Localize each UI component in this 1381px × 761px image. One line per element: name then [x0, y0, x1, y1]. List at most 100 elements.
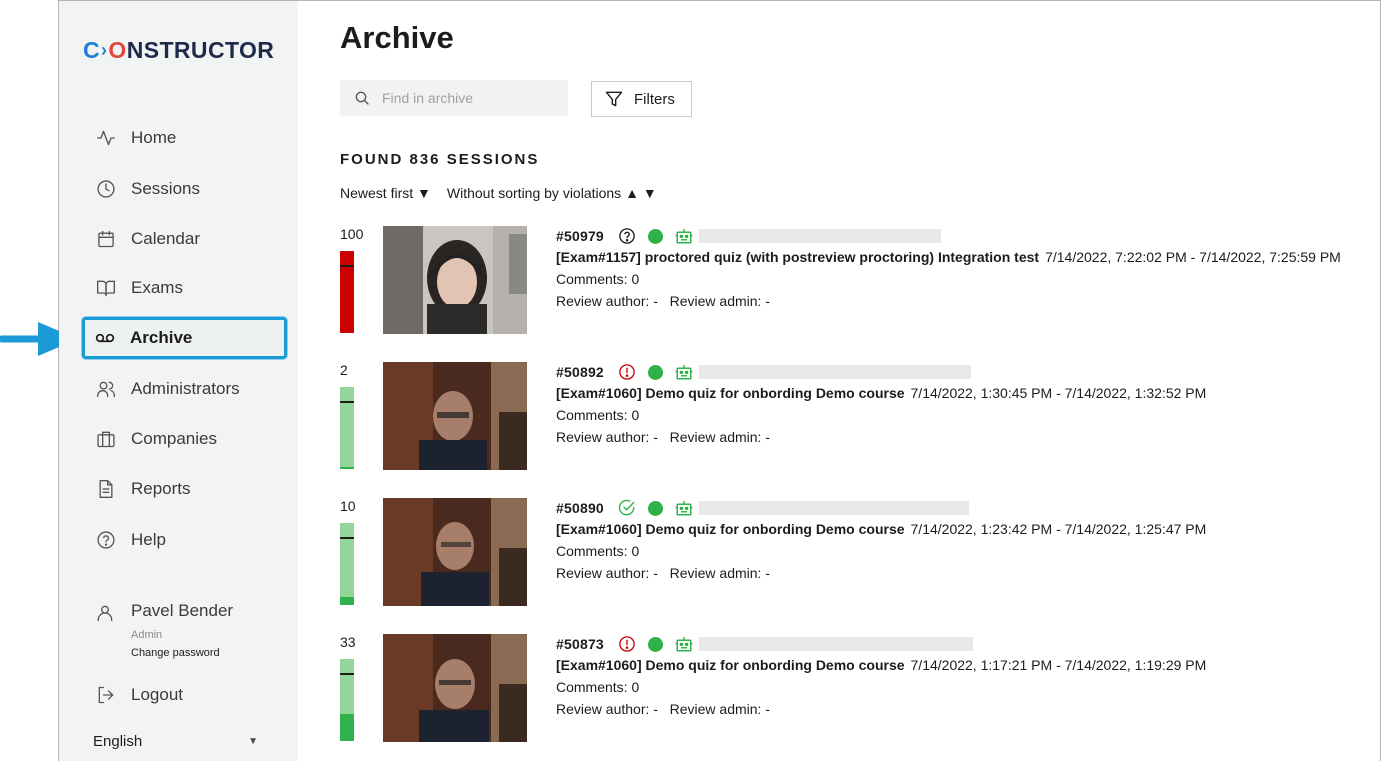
logo-letter-o: O	[108, 37, 127, 63]
logout-label: Logout	[131, 685, 183, 704]
user-icon	[95, 603, 115, 628]
filters-label: Filters	[634, 90, 675, 108]
session-id[interactable]: #50890	[556, 500, 604, 516]
sidebar-item-reports[interactable]: Reports	[83, 468, 288, 510]
search-input[interactable]	[382, 90, 552, 106]
change-password-link[interactable]: Change password	[131, 647, 220, 659]
review-admin: Review admin: -	[669, 429, 770, 445]
violation-level-fill	[340, 714, 354, 741]
violation-level-fill	[340, 251, 354, 333]
sidebar-item-label: Companies	[131, 429, 217, 448]
brand-logo[interactable]: C › O NSTRUCTOR	[83, 37, 274, 64]
session-time: 7/14/2022, 1:30:45 PM - 7/14/2022, 1:32:…	[910, 385, 1207, 401]
alert-status-icon	[618, 635, 636, 653]
session-info: #50890 [Exam#1060] Demo quiz for onbordi…	[556, 498, 1381, 584]
session-header: #50892	[556, 362, 1381, 382]
sidebar-item-label: Exams	[131, 278, 183, 297]
session-id[interactable]: #50892	[556, 364, 604, 380]
question-status-icon	[618, 227, 636, 245]
threshold-marker	[340, 401, 354, 403]
violation-level-bar	[340, 523, 354, 605]
exam-name[interactable]: [Exam#1157] proctored quiz (with postrev…	[556, 249, 1039, 265]
sort-violations-toggle[interactable]: Without sorting by violations ▲ ▼	[447, 185, 657, 201]
online-status-dot	[647, 500, 663, 516]
logout-icon	[95, 685, 117, 705]
clock-icon	[95, 178, 117, 200]
logo-text: NSTRUCTOR	[126, 37, 275, 63]
sidebar-item-label: Help	[131, 530, 166, 549]
violation-level-bar	[340, 387, 354, 469]
user-name: Pavel Bender	[131, 601, 234, 620]
session-comments: Comments: 0	[556, 679, 640, 695]
session-thumbnail[interactable]	[383, 498, 527, 606]
sidebar-item-sessions[interactable]: Sessions	[83, 168, 288, 210]
violation-score: 2	[340, 362, 348, 378]
voicemail-icon	[94, 327, 116, 349]
sidebar-item-label: Calendar	[131, 229, 200, 248]
session-thumbnail[interactable]	[383, 226, 527, 334]
page-title: Archive	[340, 20, 454, 55]
exam-name[interactable]: [Exam#1060] Demo quiz for onbording Demo…	[556, 521, 905, 537]
results-count: FOUND 836 SESSIONS	[340, 151, 540, 168]
session-id[interactable]: #50873	[556, 636, 604, 652]
sidebar-item-help[interactable]: Help	[83, 519, 288, 561]
exam-name[interactable]: [Exam#1060] Demo quiz for onbording Demo…	[556, 385, 905, 401]
session-row[interactable]: 2 #50892 [Exam#1060] Demo quiz for onbor…	[340, 362, 1380, 472]
session-row[interactable]: 100 #50979 [Exam#1157] proctored quiz (w…	[340, 226, 1380, 336]
sidebar-item-companies[interactable]: Companies	[83, 418, 288, 460]
activity-icon	[95, 127, 117, 149]
review-admin: Review admin: -	[669, 701, 770, 717]
language-value: English	[93, 733, 143, 750]
session-thumbnail[interactable]	[383, 362, 527, 470]
book-icon	[95, 277, 117, 299]
session-header: #50873	[556, 634, 1381, 654]
violation-level-bar	[340, 659, 354, 741]
search-icon	[354, 90, 370, 106]
sidebar-item-label: Archive	[130, 328, 193, 347]
sort-newest-toggle[interactable]: Newest first ▼	[340, 185, 431, 201]
sidebar-item-home[interactable]: Home	[83, 117, 288, 159]
sidebar-item-archive[interactable]: Archive	[82, 317, 287, 359]
session-row[interactable]: 10 #50890 [Exam#1060] Demo quiz for onbo…	[340, 498, 1380, 608]
exam-name[interactable]: [Exam#1060] Demo quiz for onbording Demo…	[556, 657, 905, 673]
violation-level-bar	[340, 251, 354, 333]
redacted-field	[698, 501, 969, 515]
logout-button[interactable]: Logout	[95, 685, 183, 705]
help-circle-icon	[95, 529, 117, 551]
session-exam-line: [Exam#1060] Demo quiz for onbording Demo…	[556, 657, 1381, 676]
session-info: #50873 [Exam#1060] Demo quiz for onbordi…	[556, 634, 1381, 720]
session-review: Review author: - Review admin: -	[556, 565, 1381, 584]
redacted-field	[698, 365, 971, 379]
online-status-dot	[647, 636, 663, 652]
review-admin: Review admin: -	[669, 565, 770, 581]
sidebar-item-calendar[interactable]: Calendar	[83, 218, 288, 260]
violation-score: 10	[340, 498, 356, 514]
sidebar-item-administrators[interactable]: Administrators	[83, 368, 288, 410]
robot-icon	[675, 635, 693, 653]
session-comments: Comments: 0	[556, 543, 640, 559]
session-exam-line: [Exam#1157] proctored quiz (with postrev…	[556, 249, 1381, 268]
robot-icon	[675, 227, 693, 245]
review-author: Review author: -	[556, 429, 658, 445]
sidebar-item-label: Sessions	[131, 179, 200, 198]
session-comments: Comments: 0	[556, 407, 640, 423]
sidebar-item-label: Administrators	[131, 379, 240, 398]
session-thumbnail[interactable]	[383, 634, 527, 742]
language-select[interactable]: English ▼	[93, 733, 258, 750]
file-text-icon	[95, 478, 117, 500]
session-row[interactable]: 33 #50873 [Exam#1060] Demo quiz for onbo…	[340, 634, 1380, 744]
search-box[interactable]	[340, 80, 568, 116]
sidebar-item-exams[interactable]: Exams	[83, 267, 288, 309]
user-role: Admin	[131, 629, 163, 641]
session-time: 7/14/2022, 7:22:02 PM - 7/14/2022, 7:25:…	[1045, 249, 1341, 265]
briefcase-icon	[95, 428, 117, 450]
session-info: #50979 [Exam#1157] proctored quiz (with …	[556, 226, 1381, 312]
session-id[interactable]: #50979	[556, 228, 604, 244]
redacted-field	[698, 229, 941, 243]
online-status-dot	[647, 364, 663, 380]
review-author: Review author: -	[556, 293, 658, 309]
check-status-icon	[618, 499, 636, 517]
review-author: Review author: -	[556, 565, 658, 581]
threshold-marker	[340, 537, 354, 539]
filters-button[interactable]: Filters	[591, 81, 692, 117]
